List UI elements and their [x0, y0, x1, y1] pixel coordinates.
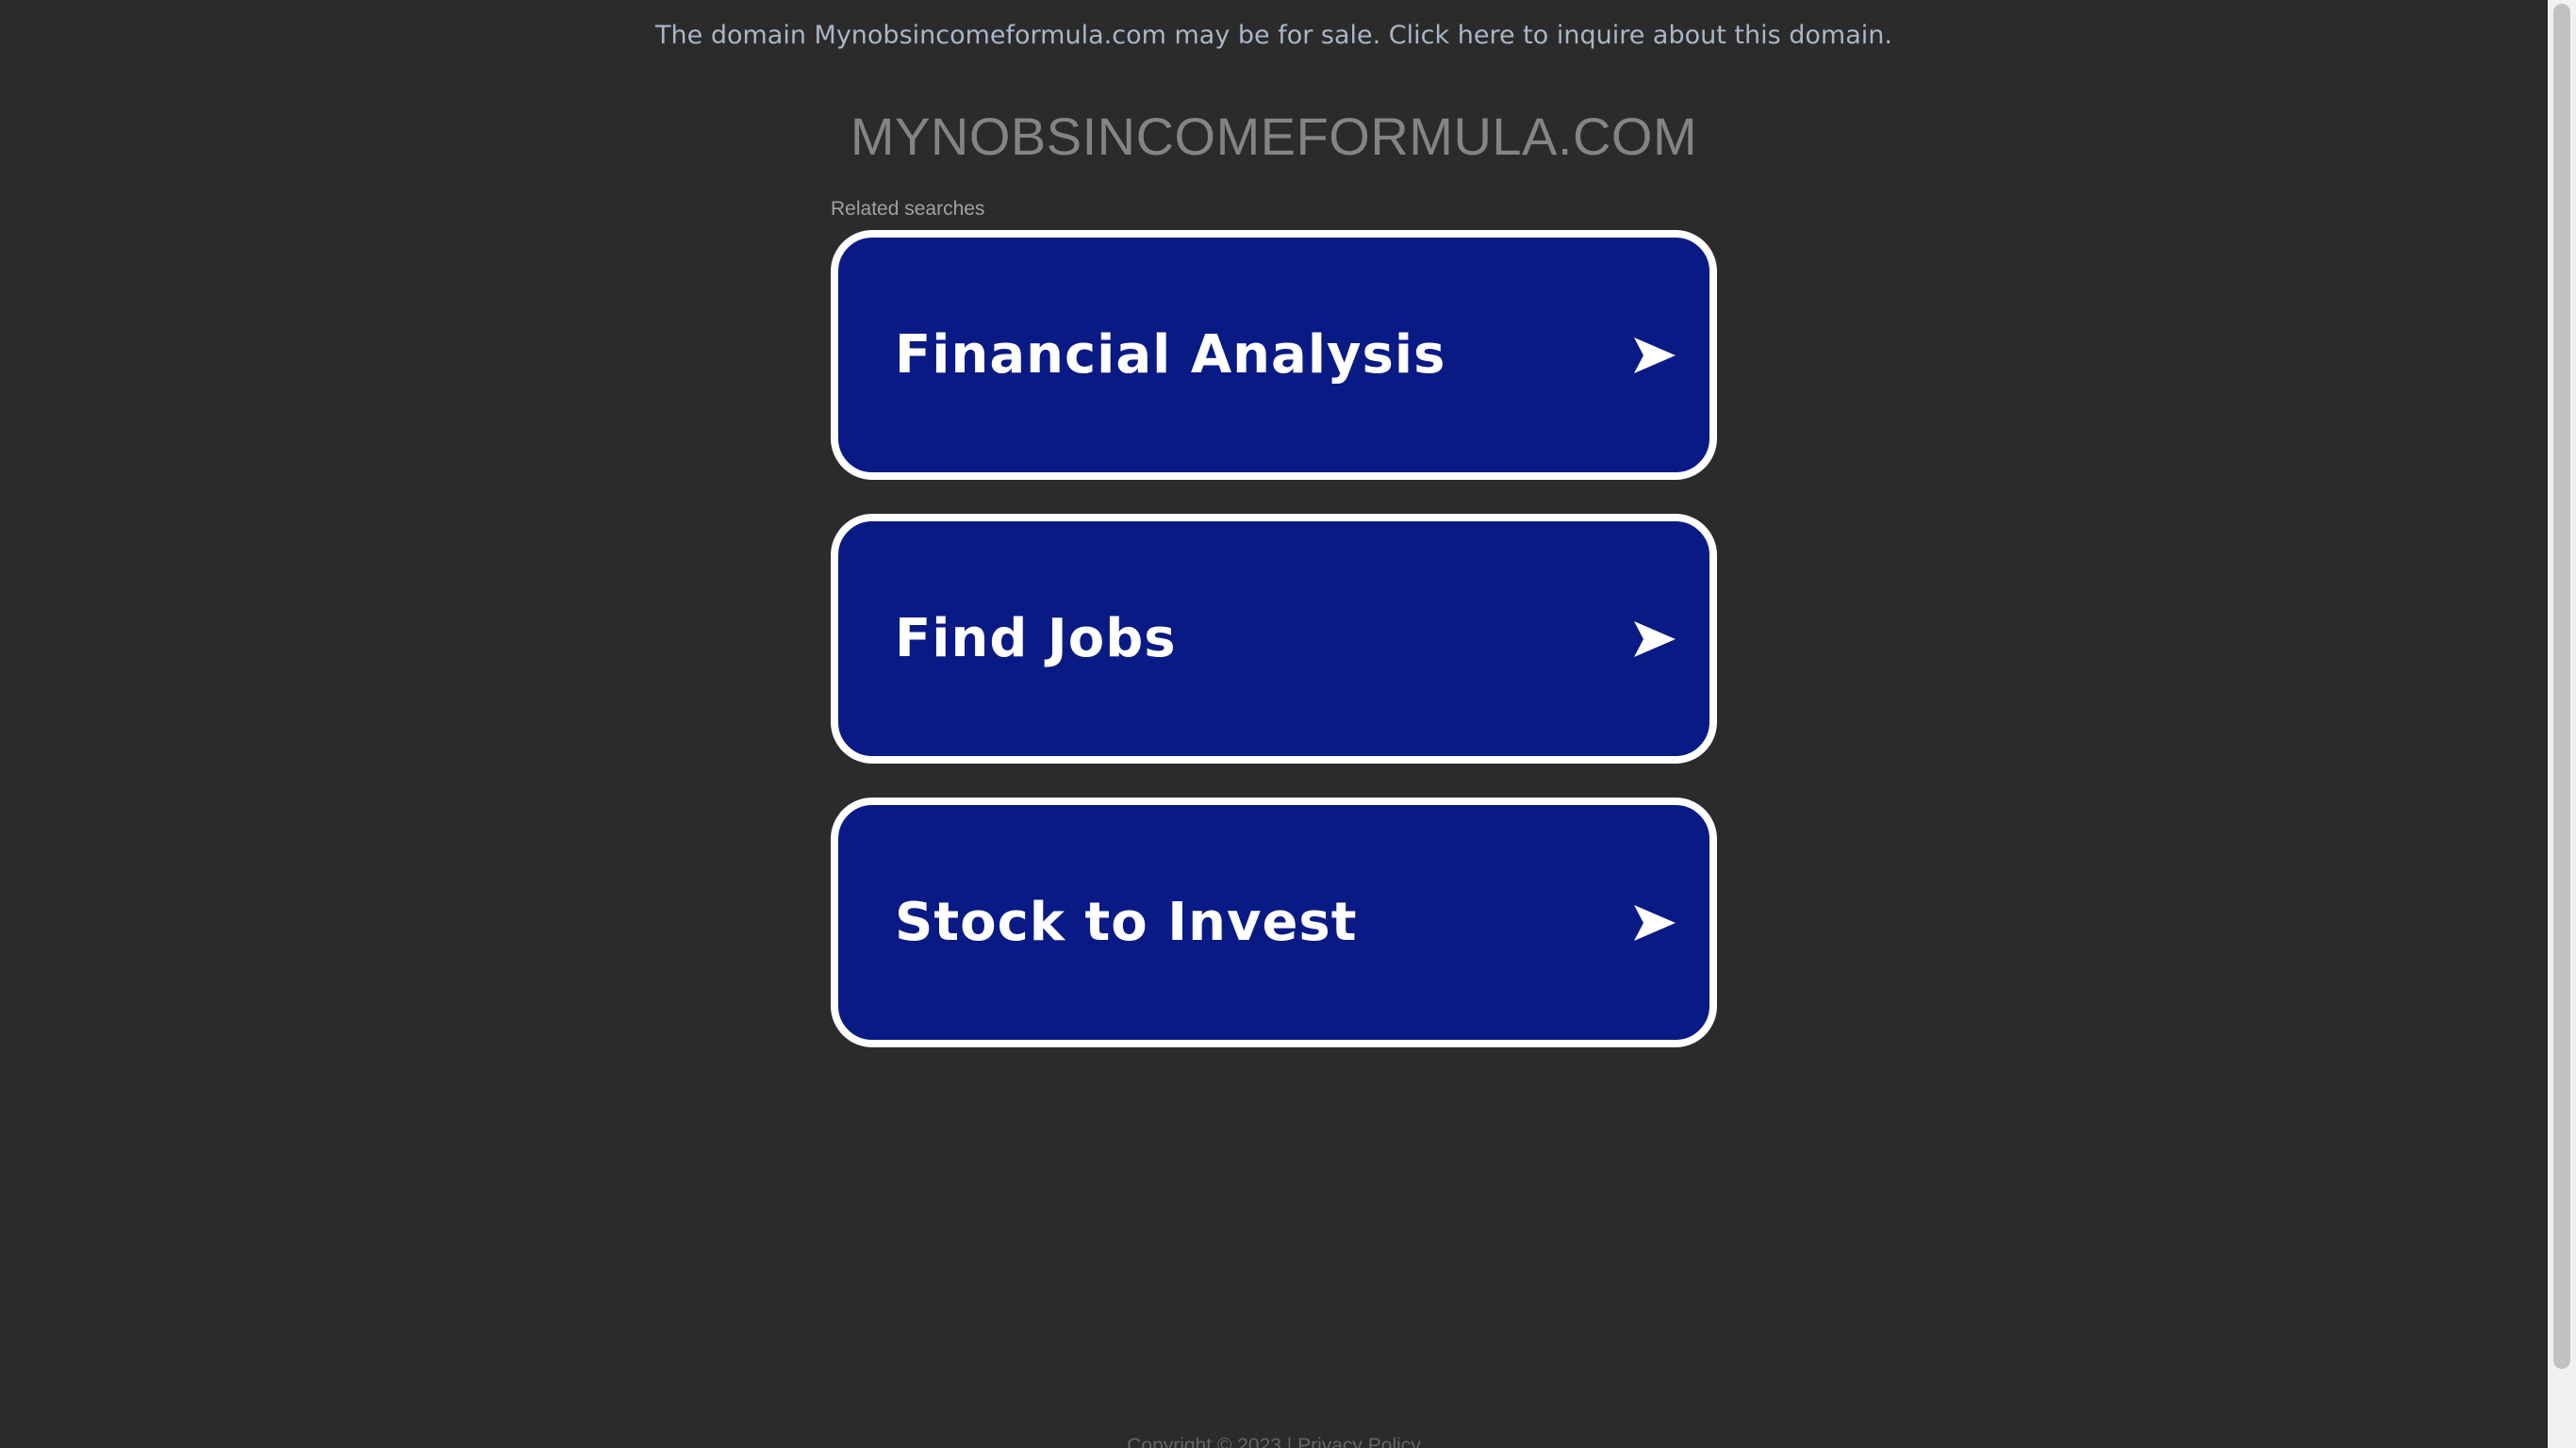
vertical-scrollbar[interactable] [2548, 0, 2576, 1448]
arrow-right-icon [1634, 620, 1676, 657]
related-search-label: Find Jobs [895, 608, 1177, 669]
copyright-text: Copyright © 2023 [1127, 1435, 1281, 1448]
related-search-financial-analysis[interactable]: Financial Analysis [831, 230, 1717, 480]
footer-separator: | [1280, 1435, 1298, 1448]
domain-sale-banner[interactable]: The domain Mynobsincomeformula.com may b… [0, 21, 2548, 50]
footer: Copyright © 2023 | Privacy Policy [0, 1435, 2548, 1448]
related-search-stock-to-invest[interactable]: Stock to Invest [831, 798, 1717, 1047]
privacy-policy-link[interactable]: Privacy Policy [1297, 1435, 1421, 1448]
related-search-label: Stock to Invest [895, 892, 1358, 953]
related-search-label: Financial Analysis [895, 324, 1446, 386]
domain-title: MYNOBSINCOMEFORMULA.COM [850, 107, 1698, 166]
scrollbar-thumb[interactable] [2553, 4, 2570, 1369]
arrow-right-icon [1634, 337, 1676, 373]
arrow-right-icon [1634, 904, 1676, 941]
related-searches-label: Related searches [831, 198, 985, 220]
related-search-find-jobs[interactable]: Find Jobs [831, 514, 1717, 764]
related-searches-list: Financial Analysis Find Jobs Stock to In… [831, 230, 1717, 1081]
page: The domain Mynobsincomeformula.com may b… [0, 0, 2576, 1448]
